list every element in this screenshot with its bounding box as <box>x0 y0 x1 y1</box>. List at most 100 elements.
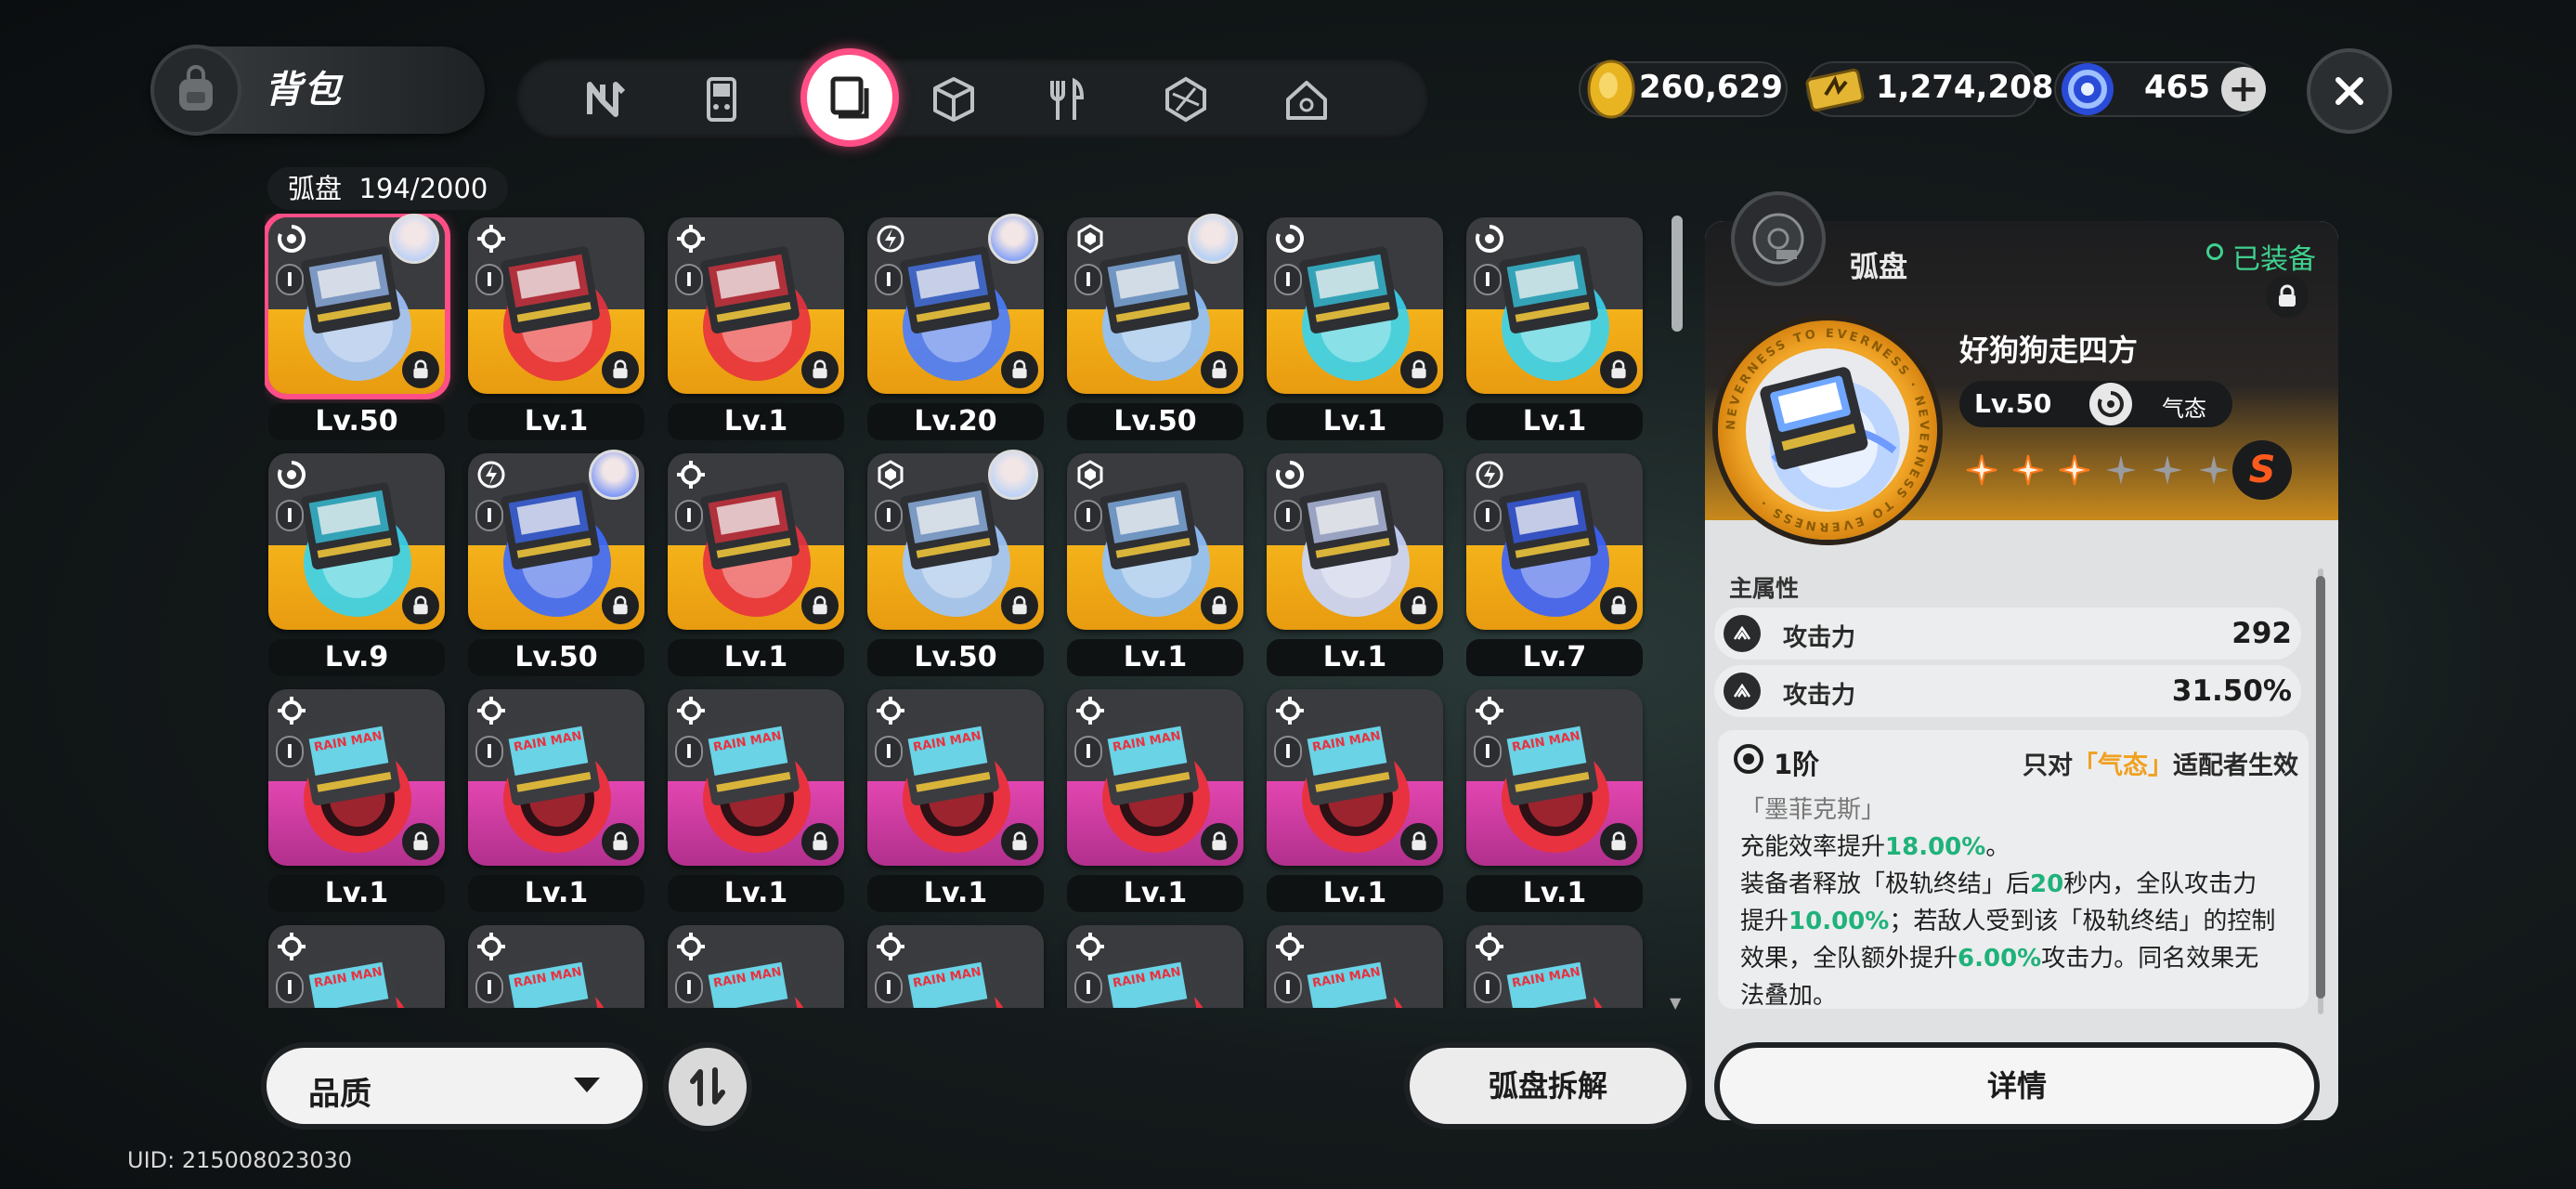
physical-attribute-icon <box>475 931 507 962</box>
disc-card[interactable]: RAIN MAN I Lv.1 <box>1067 689 1243 912</box>
disc-tile: RAIN MAN I <box>468 689 644 866</box>
lock-icon[interactable] <box>602 351 639 388</box>
disc-card[interactable]: I Lv.1 <box>468 217 644 440</box>
lock-icon[interactable] <box>402 823 439 860</box>
physical-attribute-icon <box>875 931 906 962</box>
disc-card[interactable]: RAIN MAN I <box>1067 925 1243 1008</box>
dismantle-button[interactable]: 弧盘拆解 <box>1410 1048 1686 1124</box>
tier-badge: I <box>276 972 304 1003</box>
lock-icon[interactable] <box>1600 351 1637 388</box>
lock-icon[interactable] <box>1201 351 1238 388</box>
sort-arrows-icon <box>690 1067 725 1106</box>
category-tab-home[interactable] <box>1274 67 1339 132</box>
lock-icon[interactable] <box>602 587 639 624</box>
tier-badge: I <box>1074 736 1102 767</box>
stat-name: 攻击力 <box>1783 624 1856 652</box>
category-tab-material-cube[interactable] <box>1153 67 1218 132</box>
physical-attribute-icon <box>276 695 307 726</box>
physical-attribute-icon <box>675 695 707 726</box>
disc-card[interactable]: I Lv.1 <box>1267 453 1443 676</box>
disc-card[interactable]: RAIN MAN I Lv.1 <box>1267 689 1443 912</box>
disc-tile: I <box>1466 217 1643 394</box>
physical-attribute-icon <box>276 931 307 962</box>
lock-icon[interactable] <box>402 587 439 624</box>
lock-icon[interactable] <box>1001 587 1038 624</box>
physical-attribute-icon <box>1474 931 1505 962</box>
disc-card[interactable]: I Lv.50 <box>468 450 644 676</box>
lock-icon[interactable] <box>1400 823 1438 860</box>
lock-icon[interactable] <box>1001 823 1038 860</box>
disc-card[interactable]: I Lv.20 <box>867 214 1044 440</box>
disc-card[interactable]: RAIN MAN I <box>668 925 844 1008</box>
category-tab-handheld-console[interactable] <box>689 67 754 132</box>
lock-icon[interactable] <box>801 587 839 624</box>
detail-lock-button[interactable] <box>2266 275 2309 318</box>
disc-card[interactable]: RAIN MAN I Lv.1 <box>268 689 445 912</box>
star-filled-icon <box>2058 453 2091 487</box>
lock-icon[interactable] <box>602 823 639 860</box>
category-tab-n-logo[interactable] <box>574 67 639 132</box>
lock-icon[interactable] <box>1600 587 1637 624</box>
detail-type-label: 弧盘 <box>1850 251 1907 284</box>
disc-card[interactable]: RAIN MAN I Lv.1 <box>1466 689 1643 912</box>
disc-card[interactable]: RAIN MAN I <box>268 925 445 1008</box>
physical-attribute-icon <box>675 931 707 962</box>
disc-card[interactable]: RAIN MAN I <box>468 925 644 1008</box>
n-logo-icon <box>587 82 626 117</box>
disc-card[interactable]: RAIN MAN I Lv.1 <box>867 689 1044 912</box>
lock-icon[interactable] <box>801 823 839 860</box>
sort-order-button[interactable] <box>669 1048 747 1126</box>
tier-badge: I <box>675 500 703 531</box>
disc-level-label: Lv.1 <box>1466 875 1643 912</box>
disc-card[interactable]: I Lv.7 <box>1466 453 1643 676</box>
add-currency-button[interactable]: + <box>2221 67 2266 111</box>
disc-card[interactable]: I Lv.1 <box>668 453 844 676</box>
material-cube-icon <box>1165 76 1206 123</box>
disc-tile: I <box>468 217 644 394</box>
lock-icon[interactable] <box>801 351 839 388</box>
lock-icon[interactable] <box>1001 351 1038 388</box>
disc-grid: I Lv.50 I Lv.1 I Lv.1 I Lv.20 I Lv.50 I Lv.1 I Lv.1 I L… <box>265 214 1648 1008</box>
details-button[interactable]: 详情 <box>1720 1048 2314 1124</box>
disc-card[interactable]: RAIN MAN I <box>1466 925 1643 1008</box>
disc-level-label: Lv.1 <box>268 875 445 912</box>
tier-badge: I <box>276 500 304 531</box>
category-tab-disc-drive[interactable] <box>800 48 899 147</box>
lock-icon[interactable] <box>1600 823 1637 860</box>
disc-card[interactable]: I Lv.9 <box>268 453 445 676</box>
disc-tile: I <box>1267 217 1443 394</box>
disc-card[interactable]: I Lv.50 <box>1067 214 1243 440</box>
inventory-scroll-thumb[interactable] <box>1672 216 1683 332</box>
tier-badge: I <box>1074 264 1102 295</box>
lock-icon[interactable] <box>1400 587 1438 624</box>
disc-tile: I <box>1267 453 1443 630</box>
category-tab-fork-knife[interactable] <box>1033 67 1098 132</box>
disc-card[interactable]: RAIN MAN I Lv.1 <box>668 689 844 912</box>
disc-card[interactable]: I Lv.1 <box>1067 453 1243 676</box>
detail-scroll-thumb[interactable] <box>2316 576 2325 999</box>
disc-card[interactable]: RAIN MAN I <box>1267 925 1443 1008</box>
disc-level-label: Lv.1 <box>668 875 844 912</box>
disc-card[interactable]: RAIN MAN I Lv.1 <box>468 689 644 912</box>
disc-card[interactable]: I Lv.1 <box>1466 217 1643 440</box>
attribute-name: 气态 <box>2162 396 2206 422</box>
lock-icon[interactable] <box>1400 351 1438 388</box>
electric-attribute-icon <box>1474 459 1505 490</box>
inventory-scrollbar[interactable] <box>1672 214 1683 1003</box>
star-empty-icon <box>2197 453 2231 487</box>
disc-card[interactable]: RAIN MAN I <box>867 925 1044 1008</box>
ticket-icon <box>1802 54 1867 124</box>
disc-card[interactable]: I Lv.50 <box>268 214 445 440</box>
category-tab-cube[interactable] <box>921 67 986 132</box>
lock-icon[interactable] <box>1201 823 1238 860</box>
disc-level-label: Lv.1 <box>1067 875 1243 912</box>
tier-badge: I <box>1274 972 1302 1003</box>
effect-value: 10.00% <box>1789 908 1890 935</box>
close-button[interactable] <box>2307 48 2392 134</box>
disc-card[interactable]: I Lv.50 <box>867 450 1044 676</box>
lock-icon[interactable] <box>1201 587 1238 624</box>
disc-card[interactable]: I Lv.1 <box>668 217 844 440</box>
lock-icon[interactable] <box>402 351 439 388</box>
effect-value: 20 <box>2030 870 2064 898</box>
disc-card[interactable]: I Lv.1 <box>1267 217 1443 440</box>
